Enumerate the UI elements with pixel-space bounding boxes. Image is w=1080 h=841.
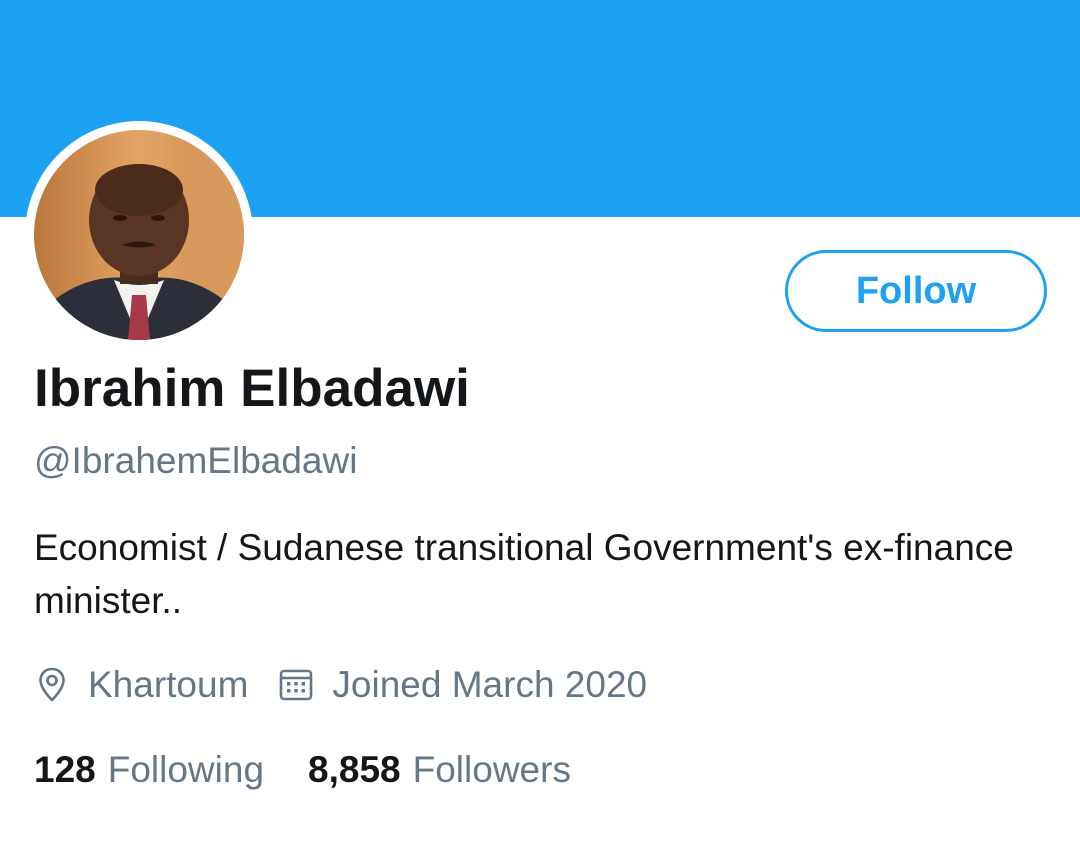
followers-label: Followers bbox=[412, 749, 571, 790]
avatar[interactable] bbox=[34, 130, 244, 340]
following-label: Following bbox=[107, 749, 265, 790]
calendar-icon bbox=[278, 665, 314, 705]
avatar-photo bbox=[34, 130, 244, 340]
profile-bio: Economist / Sudanese transitional Govern… bbox=[34, 527, 1014, 621]
location-text: Khartoum bbox=[88, 664, 249, 705]
joined-item: Joined March 2020 bbox=[278, 664, 647, 706]
followers-stat[interactable]: 8,858 Followers bbox=[308, 749, 571, 791]
avatar-ring bbox=[25, 121, 253, 349]
location-item: Khartoum bbox=[34, 664, 248, 706]
follow-button[interactable]: Follow bbox=[785, 250, 1047, 332]
following-count: 128 bbox=[34, 749, 96, 790]
profile-page: Follow Ibrahim Elbadawi @IbrahemElbadawi… bbox=[0, 0, 1080, 841]
location-pin-icon bbox=[34, 665, 70, 705]
following-stat[interactable]: 128 Following bbox=[34, 749, 264, 791]
profile-meta: Khartoum Joined March 2020 bbox=[34, 660, 647, 710]
followers-count: 8,858 bbox=[308, 749, 401, 790]
display-name: Ibrahim Elbadawi bbox=[34, 359, 470, 418]
profile-stats: 128 Following 8,858 Followers bbox=[34, 745, 571, 795]
joined-text: Joined March 2020 bbox=[332, 664, 648, 705]
user-handle: @IbrahemElbadawi bbox=[34, 440, 358, 481]
